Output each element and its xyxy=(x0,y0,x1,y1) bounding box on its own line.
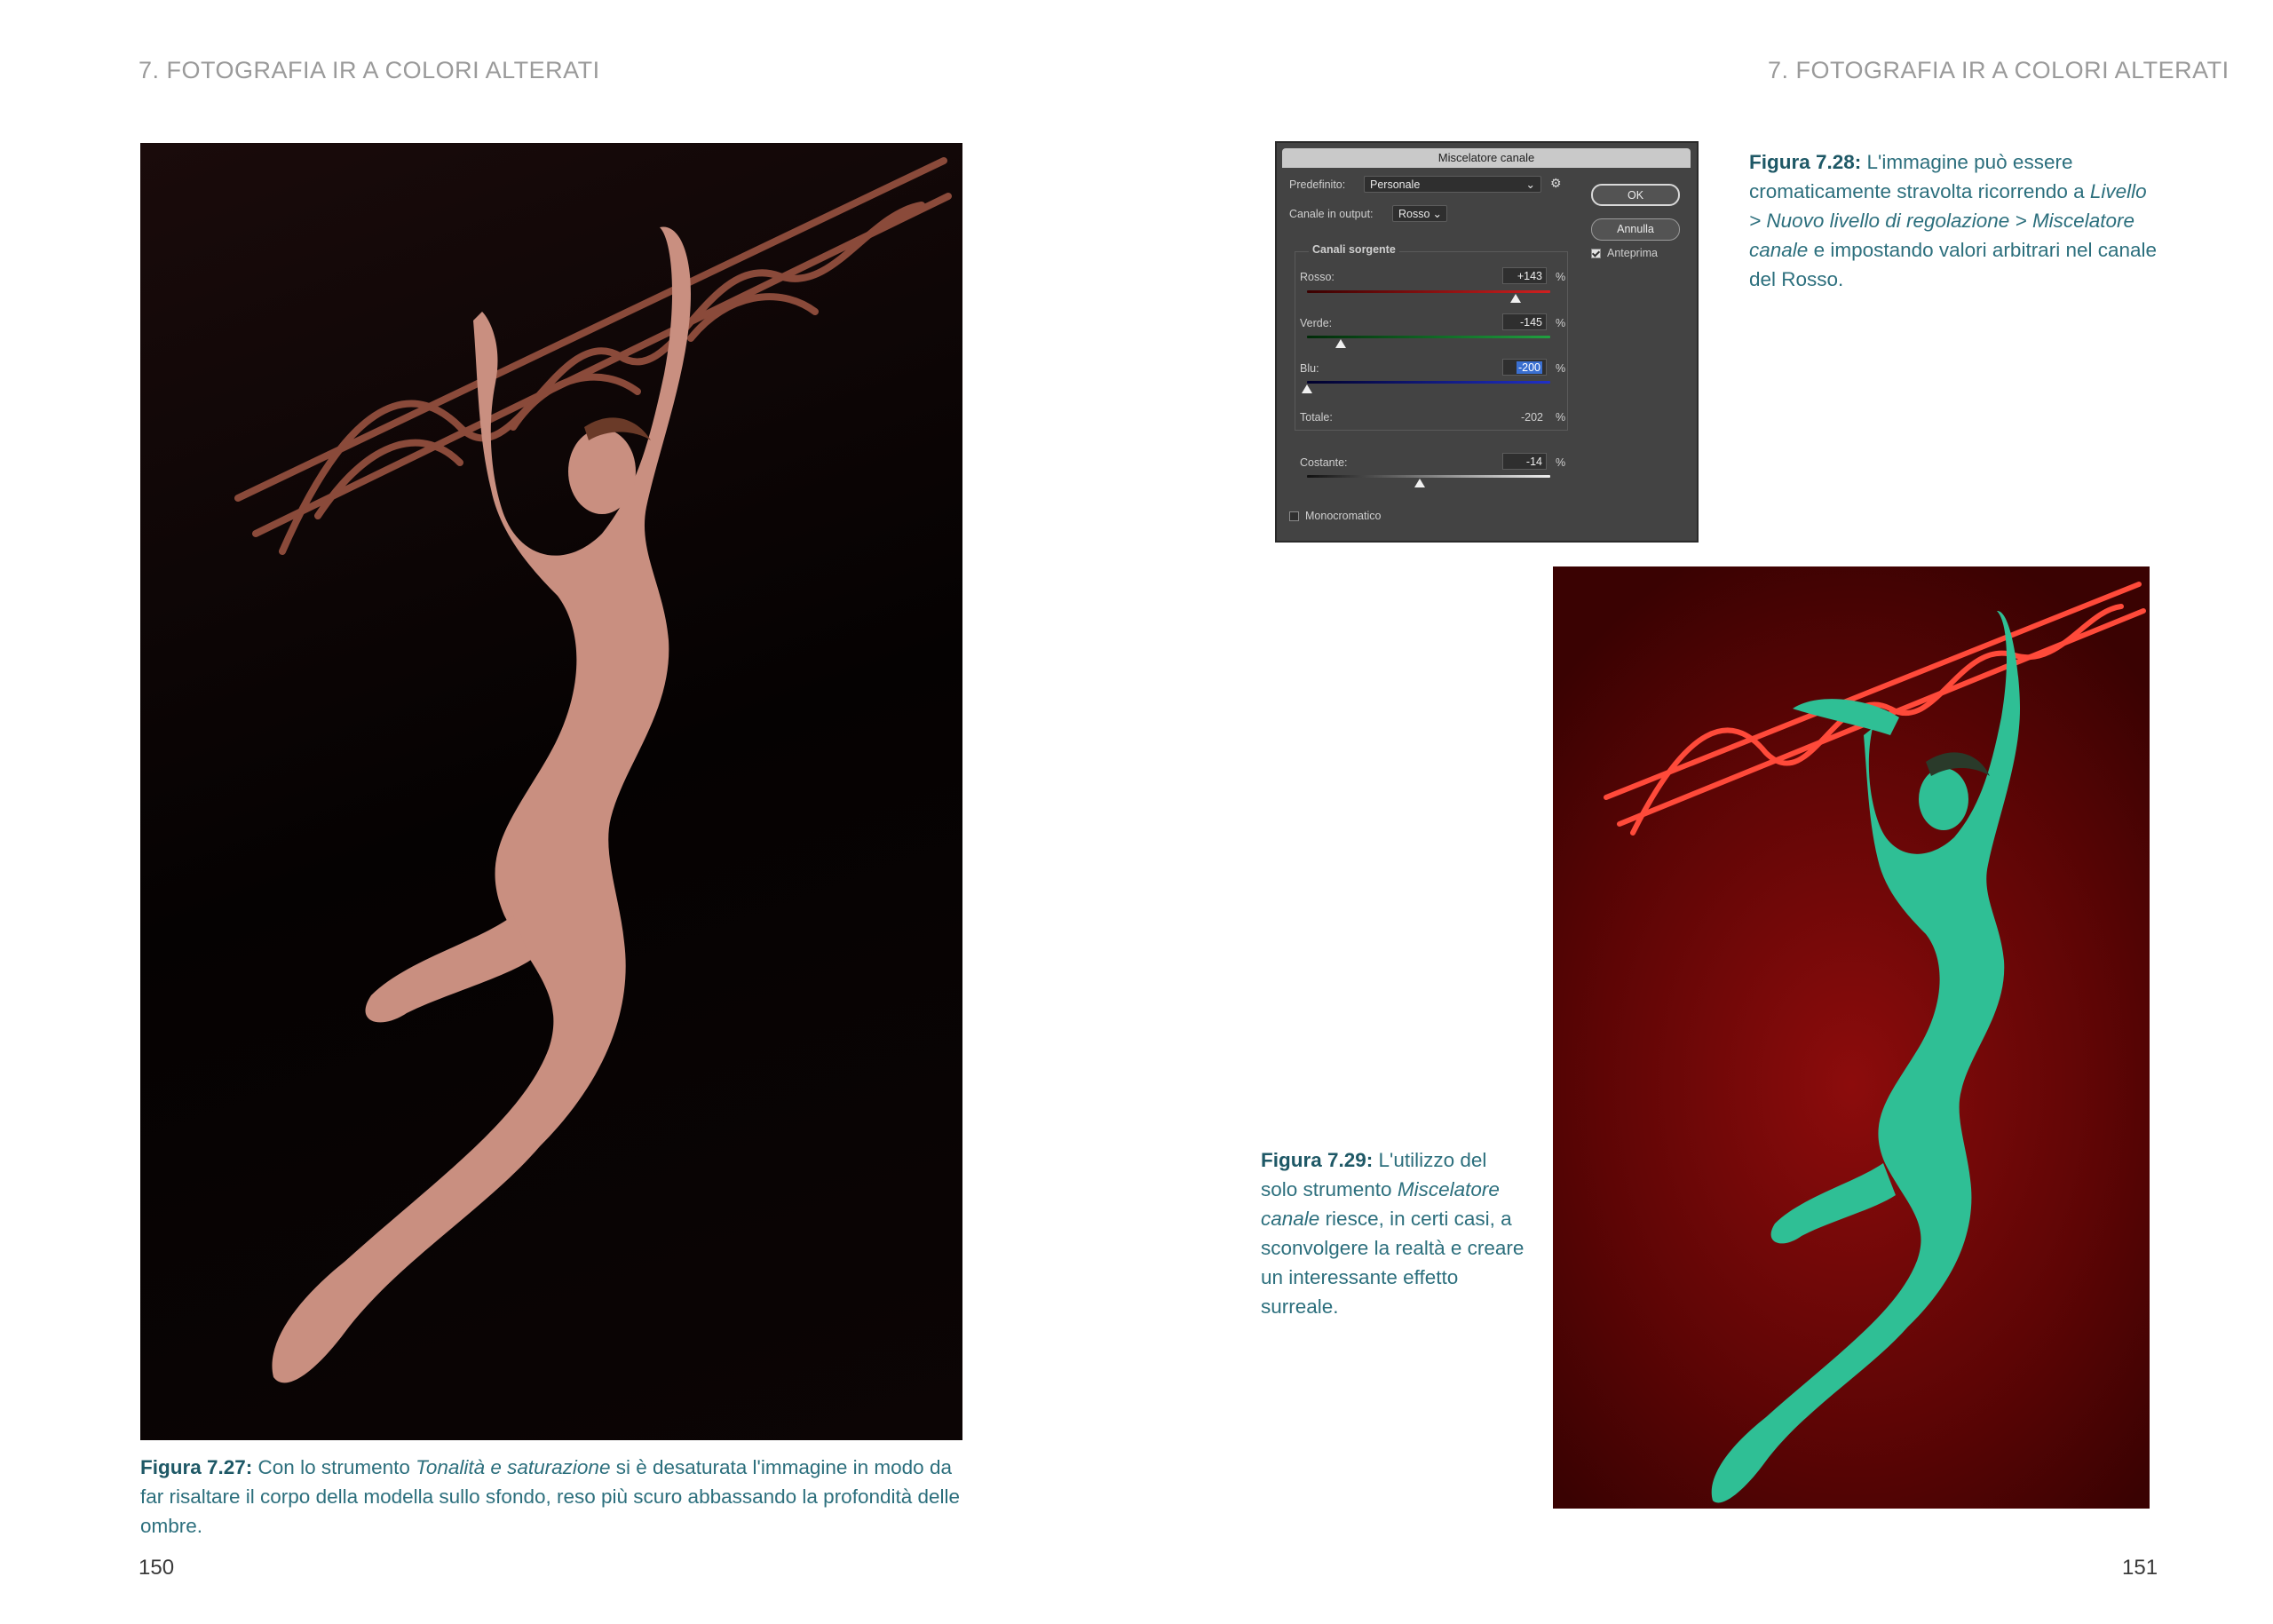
preset-select[interactable]: Personale ⌄ xyxy=(1364,176,1541,193)
caption-label: Figura 7.27: xyxy=(140,1456,253,1478)
constant-unit: % xyxy=(1556,456,1566,469)
green-channel-slider-thumb[interactable] xyxy=(1334,339,1346,348)
preset-value: Personale xyxy=(1370,178,1421,191)
preview-checkbox[interactable] xyxy=(1591,249,1601,258)
source-channels-label: Canali sorgente xyxy=(1309,243,1399,256)
gear-icon[interactable]: ⚙ xyxy=(1550,176,1562,191)
caption-figure-7-28: Figura 7.28: L'immagine può essere croma… xyxy=(1749,147,2161,294)
red-channel-unit: % xyxy=(1556,271,1566,283)
chevron-down-icon: ⌄ xyxy=(1525,178,1535,191)
output-channel-select[interactable]: Rosso ⌄ xyxy=(1392,205,1447,222)
red-channel-value[interactable]: +143 xyxy=(1502,267,1547,284)
photo-figure-7-29-illustration xyxy=(1604,582,2146,1503)
channel-mixer-dialog: Miscelatore canale Predefinito: Personal… xyxy=(1275,141,1699,543)
caption-figure-7-29: Figura 7.29: L'utilizzo del solo strumen… xyxy=(1261,1145,1527,1321)
caption-italic: Tonalità e saturazione xyxy=(416,1456,611,1478)
total-value: -202 xyxy=(1520,411,1543,424)
constant-slider[interactable] xyxy=(1307,475,1550,478)
green-channel-value[interactable]: -145 xyxy=(1502,313,1547,330)
photo-figure-7-29 xyxy=(1553,566,2150,1509)
dialog-title: Miscelatore canale xyxy=(1282,148,1691,168)
caption-text: e impostando valori arbitrari nel canale… xyxy=(1749,239,2158,290)
red-channel-label: Rosso: xyxy=(1300,271,1334,283)
preview-label: Anteprima xyxy=(1607,247,1658,259)
caption-text: Con lo strumento xyxy=(252,1456,416,1478)
caption-label: Figura 7.29: xyxy=(1261,1149,1374,1171)
blue-channel-slider[interactable] xyxy=(1307,381,1550,384)
blue-channel-label: Blu: xyxy=(1300,362,1319,375)
total-label: Totale: xyxy=(1300,411,1333,424)
blue-channel-value[interactable]: -200 xyxy=(1502,359,1547,376)
chevron-down-icon: ⌄ xyxy=(1432,208,1442,220)
blue-channel-unit: % xyxy=(1556,362,1566,375)
output-channel-value: Rosso xyxy=(1398,208,1430,220)
monochrome-checkbox[interactable] xyxy=(1289,511,1299,521)
green-channel-label: Verde: xyxy=(1300,317,1333,329)
running-head-left: 7. FOTOGRAFIA IR A COLORI ALTERATI xyxy=(139,57,600,83)
red-channel-slider[interactable] xyxy=(1307,290,1550,293)
blue-channel-value-text: -200 xyxy=(1516,361,1542,374)
green-channel-unit: % xyxy=(1556,317,1566,329)
constant-slider-thumb[interactable] xyxy=(1414,479,1426,487)
blue-channel-slider-thumb[interactable] xyxy=(1302,384,1312,393)
output-channel-label: Canale in output: xyxy=(1289,208,1374,220)
red-channel-slider-thumb[interactable] xyxy=(1509,294,1521,303)
page-number-left: 150 xyxy=(139,1556,175,1580)
preset-label: Predefinito: xyxy=(1289,178,1346,191)
constant-label: Costante: xyxy=(1300,456,1348,469)
green-channel-slider[interactable] xyxy=(1307,336,1550,338)
total-unit: % xyxy=(1556,411,1566,424)
ok-button[interactable]: OK xyxy=(1591,184,1680,206)
monochrome-label: Monocromatico xyxy=(1305,510,1382,522)
photo-figure-7-27-illustration xyxy=(234,157,952,1383)
constant-value[interactable]: -14 xyxy=(1502,453,1547,470)
caption-figure-7-27: Figura 7.27: Con lo strumento Tonalità e… xyxy=(140,1453,966,1541)
photo-figure-7-27 xyxy=(140,143,962,1440)
caption-label: Figura 7.28: xyxy=(1749,151,1862,173)
page-number-right: 151 xyxy=(2122,1556,2158,1580)
cancel-button[interactable]: Annulla xyxy=(1591,218,1680,241)
running-head-right: 7. FOTOGRAFIA IR A COLORI ALTERATI xyxy=(1768,57,2229,83)
